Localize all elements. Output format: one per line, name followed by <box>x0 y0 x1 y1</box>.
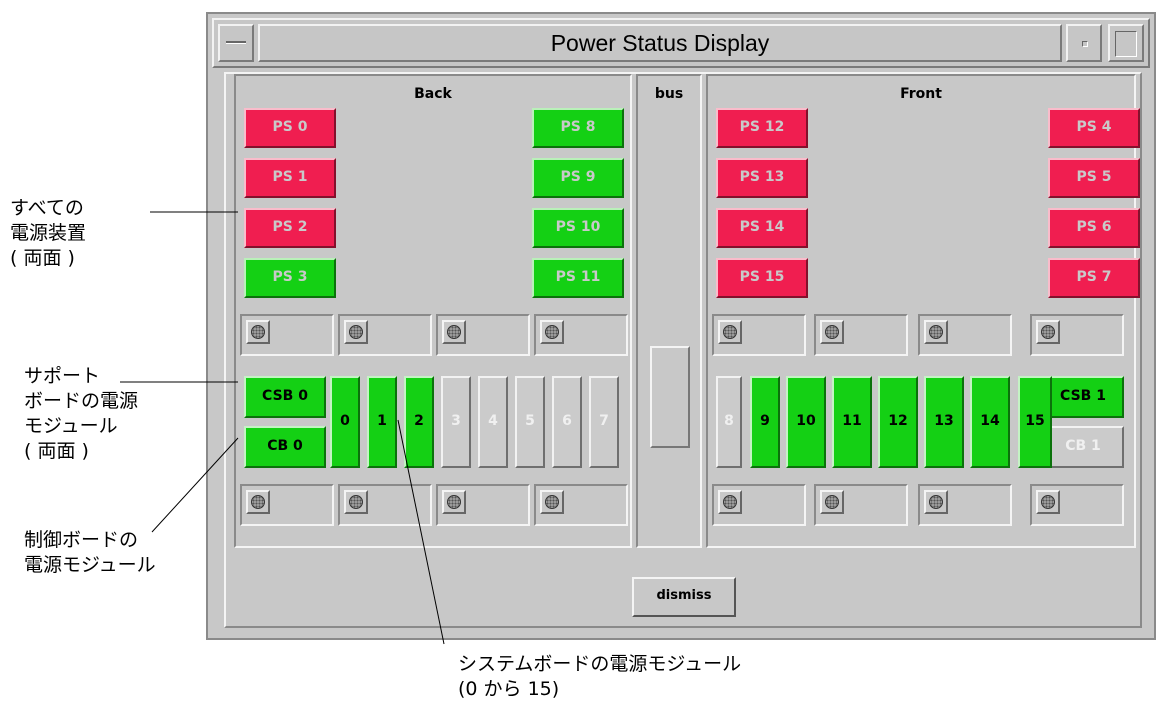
power-supply-ps14[interactable]: PS 14 <box>716 208 808 248</box>
power-supply-ps11[interactable]: PS 11 <box>532 258 624 298</box>
power-supply-ps2[interactable]: PS 2 <box>244 208 336 248</box>
power-supply-ps3[interactable]: PS 3 <box>244 258 336 298</box>
title-bar: Power Status Display <box>212 18 1150 68</box>
system-board-10[interactable]: 10 <box>786 376 826 468</box>
dismiss-button[interactable]: dismiss <box>632 577 736 617</box>
window-menu-button[interactable] <box>218 24 254 62</box>
power-supply-ps1[interactable]: PS 1 <box>244 158 336 198</box>
fan-status-icon <box>820 490 844 514</box>
front-panel-title: Front <box>900 86 942 102</box>
back-lower-status-cell-2 <box>436 484 530 526</box>
back-upper-status-cell-2 <box>436 314 530 356</box>
front-lower-status-cell-3 <box>1030 484 1124 526</box>
power-supply-ps5[interactable]: PS 5 <box>1048 158 1140 198</box>
power-supply-ps4[interactable]: PS 4 <box>1048 108 1140 148</box>
back-upper-status-cell-0 <box>240 314 334 356</box>
fan-status-icon <box>442 320 466 344</box>
power-supply-ps6[interactable]: PS 6 <box>1048 208 1140 248</box>
power-supply-ps8[interactable]: PS 8 <box>532 108 624 148</box>
annotation-support-board-modules: サポート ボードの電源 モジュール ( 両面 ) <box>24 365 139 462</box>
front-lower-status-cell-2 <box>918 484 1012 526</box>
back-upper-status-cell-1 <box>338 314 432 356</box>
system-board-2[interactable]: 2 <box>404 376 434 468</box>
power-supply-ps13[interactable]: PS 13 <box>716 158 808 198</box>
front-panel: Front PS 12 PS 13 PS 14 PS 15 PS 4 PS 5 PS 6 PS… <box>706 74 1140 548</box>
system-board-12[interactable]: 12 <box>878 376 918 468</box>
bus-panel-title: bus <box>654 86 684 102</box>
front-lower-status-cell-1 <box>814 484 908 526</box>
fan-status-icon <box>344 490 368 514</box>
system-board-4[interactable]: 4 <box>478 376 508 468</box>
support-board-csb0[interactable]: CSB 0 <box>244 376 326 418</box>
fan-status-icon <box>820 320 844 344</box>
fan-status-icon <box>924 490 948 514</box>
fan-status-icon <box>246 320 270 344</box>
annotation-all-power-supplies: すべての 電源装置 ( 両面 ) <box>10 197 87 269</box>
back-lower-status-cell-1 <box>338 484 432 526</box>
back-panel-title: Back <box>414 86 452 102</box>
power-status-window: Power Status Display Back PS 0 PS 1 PS 2 PS… <box>206 12 1156 640</box>
maximize-button[interactable] <box>1108 24 1144 62</box>
annotation-control-board-modules: 制御ボードの 電源モジュール <box>24 529 156 576</box>
support-board-csb1[interactable]: CSB 1 <box>1042 376 1124 418</box>
system-board-14[interactable]: 14 <box>970 376 1010 468</box>
power-supply-ps9[interactable]: PS 9 <box>532 158 624 198</box>
support-board-cb0[interactable]: CB 0 <box>244 426 326 468</box>
system-board-11[interactable]: 11 <box>832 376 872 468</box>
fan-status-icon <box>540 320 564 344</box>
system-board-8[interactable]: 8 <box>716 376 742 468</box>
minimize-button[interactable] <box>1066 24 1102 62</box>
bus-indicator <box>650 346 690 448</box>
front-lower-status-cell-0 <box>712 484 806 526</box>
power-supply-ps15[interactable]: PS 15 <box>716 258 808 298</box>
fan-status-icon <box>1036 320 1060 344</box>
power-supply-ps10[interactable]: PS 10 <box>532 208 624 248</box>
system-board-6[interactable]: 6 <box>552 376 582 468</box>
system-board-0[interactable]: 0 <box>330 376 360 468</box>
fan-status-icon <box>718 490 742 514</box>
fan-status-icon <box>924 320 948 344</box>
power-supply-ps7[interactable]: PS 7 <box>1048 258 1140 298</box>
support-board-cb1[interactable]: CB 1 <box>1042 426 1124 468</box>
back-lower-status-cell-0 <box>240 484 334 526</box>
fan-status-icon <box>246 490 270 514</box>
power-supply-ps0[interactable]: PS 0 <box>244 108 336 148</box>
back-upper-status-cell-3 <box>534 314 628 356</box>
system-board-9[interactable]: 9 <box>750 376 780 468</box>
fan-status-icon <box>344 320 368 344</box>
front-upper-status-cell-0 <box>712 314 806 356</box>
system-board-15[interactable]: 15 <box>1018 376 1052 468</box>
front-upper-status-cell-1 <box>814 314 908 356</box>
fan-status-icon <box>442 490 466 514</box>
system-board-1[interactable]: 1 <box>367 376 397 468</box>
fan-status-icon <box>1036 490 1060 514</box>
fan-status-icon <box>718 320 742 344</box>
power-supply-ps12[interactable]: PS 12 <box>716 108 808 148</box>
system-board-3[interactable]: 3 <box>441 376 471 468</box>
window-title: Power Status Display <box>258 24 1062 62</box>
front-upper-status-cell-3 <box>1030 314 1124 356</box>
back-lower-status-cell-3 <box>534 484 628 526</box>
system-board-5[interactable]: 5 <box>515 376 545 468</box>
front-upper-status-cell-2 <box>918 314 1012 356</box>
fan-status-icon <box>540 490 564 514</box>
window-client-area: Back PS 0 PS 1 PS 2 PS 3 PS 8 PS 9 PS 10 PS 11 C… <box>224 72 1142 628</box>
system-board-7[interactable]: 7 <box>589 376 619 468</box>
annotation-system-board-modules: システムボードの電源モジュール (0 から 15) <box>458 653 742 700</box>
back-panel: Back PS 0 PS 1 PS 2 PS 3 PS 8 PS 9 PS 10 PS 11 C… <box>234 74 632 548</box>
bus-panel: bus <box>636 74 702 548</box>
system-board-13[interactable]: 13 <box>924 376 964 468</box>
